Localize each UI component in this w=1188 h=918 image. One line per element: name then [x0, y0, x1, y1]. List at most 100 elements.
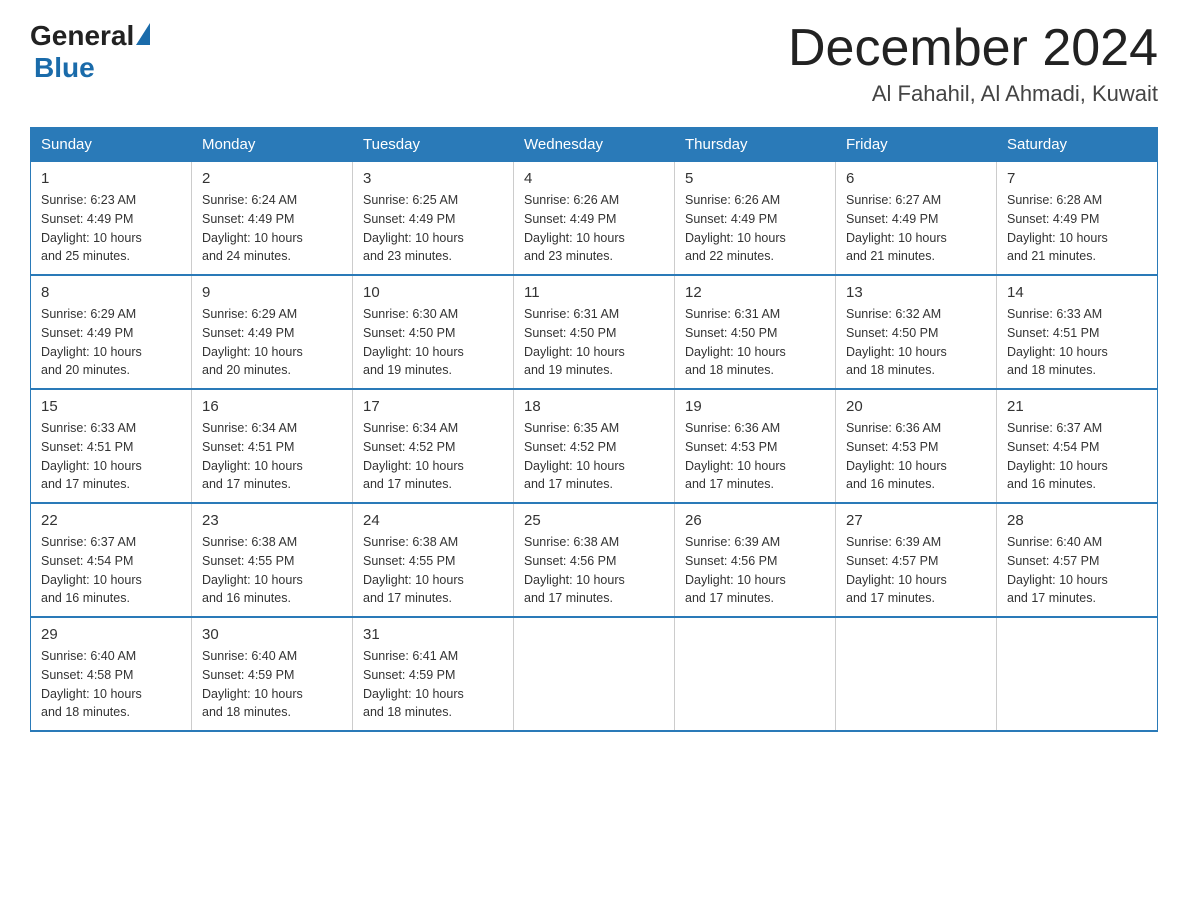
logo-blue-text: Blue — [34, 52, 95, 83]
day-info: Sunrise: 6:23 AMSunset: 4:49 PMDaylight:… — [41, 191, 181, 266]
day-info: Sunrise: 6:26 AMSunset: 4:49 PMDaylight:… — [524, 191, 664, 266]
day-number: 4 — [524, 170, 664, 187]
table-row: 3 Sunrise: 6:25 AMSunset: 4:49 PMDayligh… — [353, 162, 514, 276]
day-number: 6 — [846, 170, 986, 187]
day-info: Sunrise: 6:28 AMSunset: 4:49 PMDaylight:… — [1007, 191, 1147, 266]
table-row — [675, 617, 836, 731]
logo-triangle-icon — [136, 23, 150, 45]
day-number: 18 — [524, 398, 664, 415]
day-info: Sunrise: 6:37 AMSunset: 4:54 PMDaylight:… — [1007, 419, 1147, 494]
table-row: 8 Sunrise: 6:29 AMSunset: 4:49 PMDayligh… — [31, 275, 192, 389]
day-number: 27 — [846, 512, 986, 529]
day-number: 17 — [363, 398, 503, 415]
day-info: Sunrise: 6:26 AMSunset: 4:49 PMDaylight:… — [685, 191, 825, 266]
day-number: 19 — [685, 398, 825, 415]
calendar-week-row: 15 Sunrise: 6:33 AMSunset: 4:51 PMDaylig… — [31, 389, 1158, 503]
col-saturday: Saturday — [997, 128, 1158, 162]
table-row: 31 Sunrise: 6:41 AMSunset: 4:59 PMDaylig… — [353, 617, 514, 731]
day-number: 26 — [685, 512, 825, 529]
table-row: 17 Sunrise: 6:34 AMSunset: 4:52 PMDaylig… — [353, 389, 514, 503]
calendar-week-row: 8 Sunrise: 6:29 AMSunset: 4:49 PMDayligh… — [31, 275, 1158, 389]
col-wednesday: Wednesday — [514, 128, 675, 162]
day-number: 23 — [202, 512, 342, 529]
day-info: Sunrise: 6:31 AMSunset: 4:50 PMDaylight:… — [685, 305, 825, 380]
day-number: 7 — [1007, 170, 1147, 187]
day-info: Sunrise: 6:33 AMSunset: 4:51 PMDaylight:… — [41, 419, 181, 494]
table-row: 7 Sunrise: 6:28 AMSunset: 4:49 PMDayligh… — [997, 162, 1158, 276]
table-row: 25 Sunrise: 6:38 AMSunset: 4:56 PMDaylig… — [514, 503, 675, 617]
table-row: 1 Sunrise: 6:23 AMSunset: 4:49 PMDayligh… — [31, 162, 192, 276]
table-row: 9 Sunrise: 6:29 AMSunset: 4:49 PMDayligh… — [192, 275, 353, 389]
table-row: 20 Sunrise: 6:36 AMSunset: 4:53 PMDaylig… — [836, 389, 997, 503]
day-number: 21 — [1007, 398, 1147, 415]
table-row: 14 Sunrise: 6:33 AMSunset: 4:51 PMDaylig… — [997, 275, 1158, 389]
day-number: 13 — [846, 284, 986, 301]
day-number: 2 — [202, 170, 342, 187]
table-row: 29 Sunrise: 6:40 AMSunset: 4:58 PMDaylig… — [31, 617, 192, 731]
table-row: 27 Sunrise: 6:39 AMSunset: 4:57 PMDaylig… — [836, 503, 997, 617]
day-number: 15 — [41, 398, 181, 415]
table-row: 10 Sunrise: 6:30 AMSunset: 4:50 PMDaylig… — [353, 275, 514, 389]
location-subtitle: Al Fahahil, Al Ahmadi, Kuwait — [788, 81, 1158, 107]
day-info: Sunrise: 6:36 AMSunset: 4:53 PMDaylight:… — [685, 419, 825, 494]
col-thursday: Thursday — [675, 128, 836, 162]
table-row: 4 Sunrise: 6:26 AMSunset: 4:49 PMDayligh… — [514, 162, 675, 276]
table-row: 18 Sunrise: 6:35 AMSunset: 4:52 PMDaylig… — [514, 389, 675, 503]
day-info: Sunrise: 6:40 AMSunset: 4:59 PMDaylight:… — [202, 647, 342, 722]
day-number: 3 — [363, 170, 503, 187]
month-year-title: December 2024 — [788, 20, 1158, 77]
col-sunday: Sunday — [31, 128, 192, 162]
day-info: Sunrise: 6:27 AMSunset: 4:49 PMDaylight:… — [846, 191, 986, 266]
day-number: 8 — [41, 284, 181, 301]
table-row — [836, 617, 997, 731]
day-number: 14 — [1007, 284, 1147, 301]
day-info: Sunrise: 6:39 AMSunset: 4:56 PMDaylight:… — [685, 533, 825, 608]
day-info: Sunrise: 6:29 AMSunset: 4:49 PMDaylight:… — [202, 305, 342, 380]
day-info: Sunrise: 6:24 AMSunset: 4:49 PMDaylight:… — [202, 191, 342, 266]
table-row: 2 Sunrise: 6:24 AMSunset: 4:49 PMDayligh… — [192, 162, 353, 276]
table-row: 30 Sunrise: 6:40 AMSunset: 4:59 PMDaylig… — [192, 617, 353, 731]
day-number: 30 — [202, 626, 342, 643]
day-info: Sunrise: 6:39 AMSunset: 4:57 PMDaylight:… — [846, 533, 986, 608]
day-info: Sunrise: 6:29 AMSunset: 4:49 PMDaylight:… — [41, 305, 181, 380]
title-block: December 2024 Al Fahahil, Al Ahmadi, Kuw… — [788, 20, 1158, 107]
calendar-table: Sunday Monday Tuesday Wednesday Thursday… — [30, 127, 1158, 732]
table-row — [997, 617, 1158, 731]
day-info: Sunrise: 6:40 AMSunset: 4:58 PMDaylight:… — [41, 647, 181, 722]
table-row: 15 Sunrise: 6:33 AMSunset: 4:51 PMDaylig… — [31, 389, 192, 503]
day-number: 12 — [685, 284, 825, 301]
day-number: 22 — [41, 512, 181, 529]
calendar-week-row: 1 Sunrise: 6:23 AMSunset: 4:49 PMDayligh… — [31, 162, 1158, 276]
day-number: 25 — [524, 512, 664, 529]
table-row: 11 Sunrise: 6:31 AMSunset: 4:50 PMDaylig… — [514, 275, 675, 389]
logo: General Blue — [30, 20, 150, 84]
page-header: General Blue December 2024 Al Fahahil, A… — [30, 20, 1158, 107]
day-number: 31 — [363, 626, 503, 643]
day-info: Sunrise: 6:40 AMSunset: 4:57 PMDaylight:… — [1007, 533, 1147, 608]
day-info: Sunrise: 6:34 AMSunset: 4:52 PMDaylight:… — [363, 419, 503, 494]
day-number: 5 — [685, 170, 825, 187]
day-info: Sunrise: 6:35 AMSunset: 4:52 PMDaylight:… — [524, 419, 664, 494]
table-row: 6 Sunrise: 6:27 AMSunset: 4:49 PMDayligh… — [836, 162, 997, 276]
day-number: 29 — [41, 626, 181, 643]
day-info: Sunrise: 6:41 AMSunset: 4:59 PMDaylight:… — [363, 647, 503, 722]
day-number: 10 — [363, 284, 503, 301]
table-row: 26 Sunrise: 6:39 AMSunset: 4:56 PMDaylig… — [675, 503, 836, 617]
day-info: Sunrise: 6:31 AMSunset: 4:50 PMDaylight:… — [524, 305, 664, 380]
day-info: Sunrise: 6:30 AMSunset: 4:50 PMDaylight:… — [363, 305, 503, 380]
table-row: 16 Sunrise: 6:34 AMSunset: 4:51 PMDaylig… — [192, 389, 353, 503]
table-row: 19 Sunrise: 6:36 AMSunset: 4:53 PMDaylig… — [675, 389, 836, 503]
table-row: 24 Sunrise: 6:38 AMSunset: 4:55 PMDaylig… — [353, 503, 514, 617]
col-friday: Friday — [836, 128, 997, 162]
day-info: Sunrise: 6:38 AMSunset: 4:56 PMDaylight:… — [524, 533, 664, 608]
logo-general-text: General — [30, 20, 134, 52]
day-info: Sunrise: 6:32 AMSunset: 4:50 PMDaylight:… — [846, 305, 986, 380]
day-info: Sunrise: 6:38 AMSunset: 4:55 PMDaylight:… — [363, 533, 503, 608]
col-tuesday: Tuesday — [353, 128, 514, 162]
day-number: 1 — [41, 170, 181, 187]
day-info: Sunrise: 6:38 AMSunset: 4:55 PMDaylight:… — [202, 533, 342, 608]
table-row: 28 Sunrise: 6:40 AMSunset: 4:57 PMDaylig… — [997, 503, 1158, 617]
day-number: 9 — [202, 284, 342, 301]
day-number: 24 — [363, 512, 503, 529]
day-number: 28 — [1007, 512, 1147, 529]
